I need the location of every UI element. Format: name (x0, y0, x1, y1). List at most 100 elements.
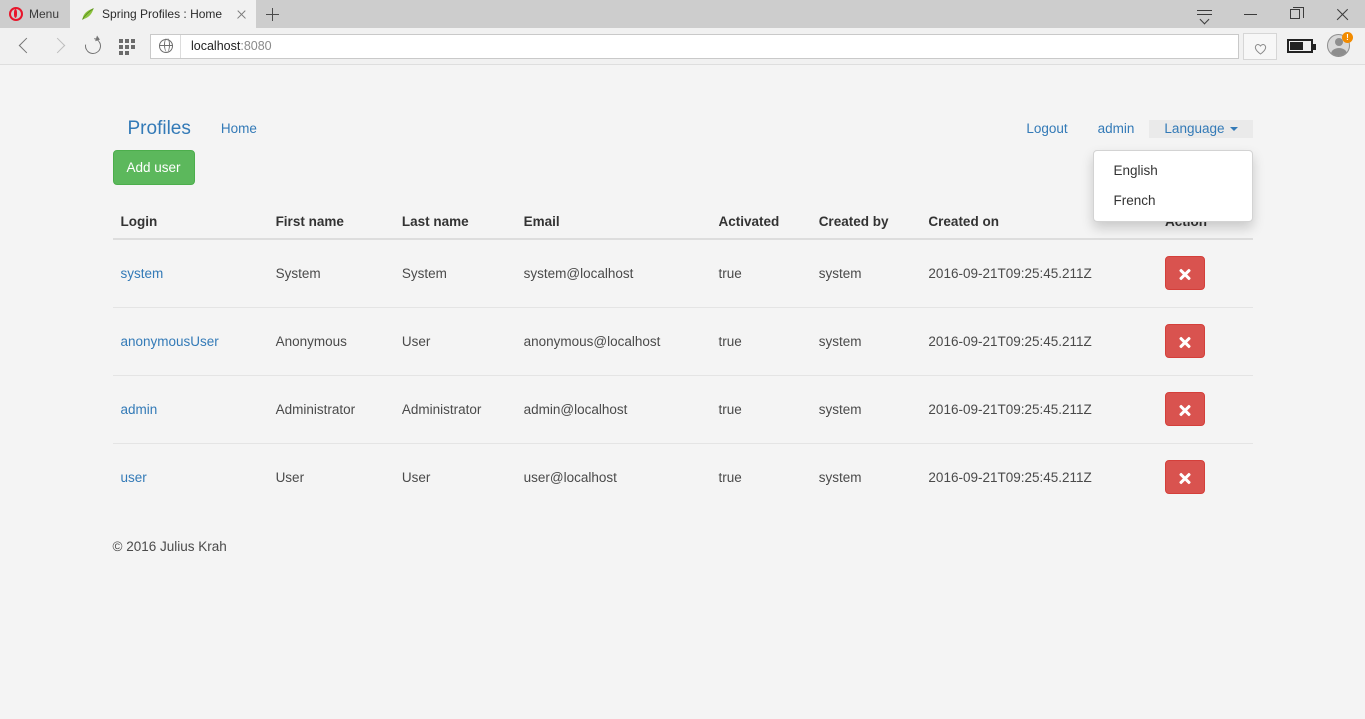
cell-last-name: User (393, 443, 516, 511)
column-header-last-name: Last name (393, 206, 516, 240)
column-header-email: Email (515, 206, 711, 240)
cell-action (1156, 443, 1253, 511)
window-controls (1181, 0, 1365, 28)
cell-last-name: Administrator (393, 375, 516, 444)
page-content: Profiles Home Logout admin Language Engl… (0, 65, 1365, 719)
back-arrow-icon[interactable] (8, 29, 42, 63)
opera-menu-label: Menu (29, 7, 60, 21)
cell-login: system (113, 239, 268, 308)
cell-last-name: User (393, 307, 516, 376)
cell-last-name: System (401, 266, 447, 281)
toolbar-right-icons: ! (1243, 32, 1357, 60)
profile-badge: ! (1342, 32, 1353, 43)
bookmark-heart-icon[interactable] (1243, 32, 1277, 60)
user-login-link[interactable]: system (121, 266, 164, 281)
page-container: Profiles Home Logout admin Language Engl… (112, 65, 1253, 554)
close-window-icon[interactable] (1319, 0, 1365, 28)
chevron-down-icon (1229, 127, 1238, 132)
cell-created-by: system (818, 266, 862, 281)
cell-created-by: system (810, 443, 921, 511)
cell-activated: true (710, 307, 811, 376)
nav-link-home[interactable]: Home (206, 108, 272, 150)
cell-action (1156, 307, 1253, 376)
language-dropdown-label: Language (1164, 121, 1225, 136)
titlebar-spacer (288, 0, 1181, 28)
users-table-body: system System System system@localhost tr… (112, 239, 1253, 511)
cell-activated: true (718, 266, 742, 281)
navbar-brand[interactable]: Profiles (113, 108, 206, 150)
browser-toolbar: localhost:8080 ! (0, 28, 1365, 65)
cell-created-on: 2016-09-21T09:25:45.211Z (920, 307, 1157, 376)
cell-email: user@localhost (515, 443, 711, 511)
cell-activated: true (710, 375, 811, 444)
cell-activated: true (710, 443, 811, 511)
user-login-link[interactable]: user (121, 470, 147, 485)
cell-action (1157, 239, 1253, 308)
address-host: localhost (191, 39, 241, 53)
cell-login: user (112, 443, 268, 511)
delete-user-button[interactable] (1164, 324, 1205, 358)
cell-email: admin@localhost (515, 375, 711, 444)
user-login-link[interactable]: admin (121, 402, 158, 417)
dropdown-item-french[interactable]: French (1094, 186, 1252, 216)
cell-action (1156, 375, 1253, 444)
table-row: anonymousUser Anonymous User anonymous@l… (112, 307, 1253, 376)
delete-user-button[interactable] (1164, 392, 1205, 426)
app-navbar: Profiles Home Logout admin Language Engl… (113, 108, 1253, 222)
column-header-first-name: First name (267, 206, 394, 240)
table-row: admin Administrator Administrator admin@… (112, 375, 1253, 444)
add-user-button[interactable]: Add user (112, 150, 195, 185)
browser-window: Menu Spring Profiles : Home localhost:80… (0, 0, 1365, 719)
column-header-created-by: Created by (810, 206, 921, 240)
cell-created-by: system (810, 307, 921, 376)
column-header-login: Login (112, 206, 268, 240)
delete-user-button[interactable] (1164, 460, 1205, 494)
reload-icon[interactable] (76, 29, 110, 63)
navbar-left: Profiles Home (113, 108, 272, 150)
language-dropdown-toggle[interactable]: Language (1149, 109, 1252, 148)
cell-created-by: system (810, 375, 921, 444)
cell-email: anonymous@localhost (515, 307, 711, 376)
cell-login: anonymousUser (112, 307, 268, 376)
address-bar[interactable]: localhost:8080 (150, 33, 1239, 59)
browser-titlebar: Menu Spring Profiles : Home (0, 0, 1365, 28)
tab-menu-icon[interactable] (1181, 0, 1227, 28)
globe-icon (151, 34, 181, 58)
cell-email: system@localhost (523, 266, 634, 281)
language-dropdown-menu: English French (1092, 150, 1253, 222)
toolbar-actions: Add user (112, 150, 1253, 185)
cell-first-name: Anonymous (267, 307, 394, 376)
nav-link-admin[interactable]: admin (1083, 108, 1150, 150)
cell-first-name: User (267, 443, 394, 511)
column-header-activated: Activated (710, 206, 811, 240)
nav-link-logout[interactable]: Logout (1011, 108, 1082, 150)
spring-leaf-icon (80, 7, 95, 22)
table-header-row: Login First name Last name Email Activat… (112, 206, 1253, 240)
table-row: user User User user@localhost true syste… (112, 443, 1253, 511)
user-login-link[interactable]: anonymousUser (121, 334, 219, 349)
navbar-right: Logout admin Language (1011, 108, 1253, 150)
cell-first-name: Administrator (267, 375, 394, 444)
table-row: system System System system@localhost tr… (113, 239, 1253, 308)
battery-icon[interactable] (1287, 39, 1316, 53)
profile-avatar-icon[interactable]: ! (1327, 32, 1353, 58)
minimize-icon[interactable] (1227, 0, 1273, 28)
browser-tab[interactable]: Spring Profiles : Home (70, 0, 257, 28)
page-footer: © 2016 Julius Krah (112, 539, 227, 554)
tab-close-icon[interactable] (232, 4, 252, 24)
cell-login: admin (112, 375, 268, 444)
opera-menu-button[interactable]: Menu (0, 0, 71, 28)
delete-user-button[interactable] (1164, 256, 1205, 290)
cell-created-on: 2016-09-21T09:25:45.211Z (920, 443, 1157, 511)
forward-arrow-icon[interactable] (42, 29, 76, 63)
address-port: :8080 (240, 39, 272, 53)
cell-first-name: System (275, 266, 321, 281)
dropdown-item-english[interactable]: English (1094, 156, 1252, 186)
cell-created-on: 2016-09-21T09:25:45.211Z (928, 266, 1092, 281)
address-bar-text: localhost:8080 (181, 39, 272, 53)
new-tab-button[interactable] (256, 0, 289, 28)
maximize-icon[interactable] (1273, 0, 1319, 28)
cell-created-on: 2016-09-21T09:25:45.211Z (920, 375, 1157, 444)
opera-logo-icon (9, 7, 23, 21)
speed-dial-grid-icon[interactable] (110, 29, 144, 63)
